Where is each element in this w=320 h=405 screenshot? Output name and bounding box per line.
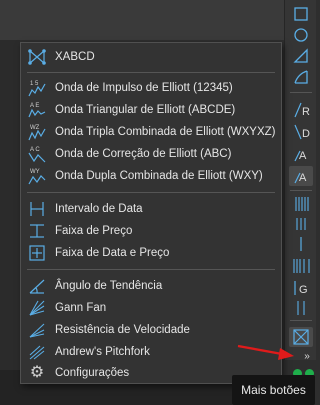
svg-text:WZ: WZ [30,125,40,131]
menu-item-date-price-range[interactable]: Faixa de Data e Preço [21,242,281,264]
cycle-lines-tool-button[interactable] [289,298,313,318]
menu-item-elliott-triple-combo[interactable]: WZ Onda Tripla Combinada de Elliott (WXY… [21,121,281,143]
svg-text:A C: A C [30,147,40,153]
red-arrow-icon [237,344,294,360]
circle-tool-button[interactable] [289,25,313,45]
menu-item-elliott-triangle[interactable]: A E Onda Triangular de Elliott (ABCDE) [21,99,281,121]
menu-item-speed-resistance[interactable]: Resistência de Velocidade [21,319,281,341]
ray-tool-button[interactable]: R [289,100,313,120]
elliott-impulse-wave-icon: 1 5 [28,79,46,97]
menu-item-label: Onda Triangular de Elliott (ABCDE) [55,104,236,116]
arrow-tool-button[interactable]: A [289,144,313,164]
chart-area-top [0,0,284,40]
menu-item-label: Intervalo de Data [55,203,143,215]
menu-item-elliott-double-combo[interactable]: WY Onda Dupla Combinada de Elliott (WXY) [21,165,281,187]
fibonacci-time-tool-button[interactable] [289,256,313,276]
rectangle-tool-button[interactable] [289,4,313,24]
menu-item-label: Gann Fan [55,302,107,314]
tool-letter: A [299,172,307,184]
gann-tool-button[interactable]: G [289,278,313,298]
parallel-lines-tool-button[interactable] [289,194,313,214]
svg-text:1 5: 1 5 [30,81,39,87]
chart-area-left [0,40,20,370]
toolbar-separator [290,320,312,321]
menu-separator [27,72,275,73]
elliott-correction-wave-icon: A C [28,145,46,163]
xabcd-pattern-icon [28,48,46,66]
pitchfork-icon [28,343,46,361]
menu-item-label: Ângulo de Tendência [55,280,163,292]
menu-separator [27,192,275,193]
menu-separator [27,269,275,270]
direction-tool-button[interactable]: D [289,122,313,142]
menu-item-xabcd[interactable]: XABCD [21,46,281,68]
menu-item-label: Onda Tripla Combinada de Elliott (WXYXZ) [55,126,276,138]
arc-tool-button[interactable] [289,67,313,87]
menu-item-gann-fan[interactable]: Gann Fan [21,297,281,319]
menu-item-label: Faixa de Preço [55,225,133,237]
elliott-triangle-wave-icon: A E [28,101,46,119]
menu-item-label: Onda Dupla Combinada de Elliott (WXY) [55,170,263,182]
more-buttons-tooltip: Mais botões [232,375,315,405]
menu-item-label: Onda de Impulso de Elliott (12345) [55,82,233,94]
trend-angle-icon [28,277,46,295]
menu-item-elliott-correction[interactable]: A C Onda de Correção de Elliott (ABC) [21,143,281,165]
tool-letter: D [302,128,310,140]
vertical-line-tool-button[interactable] [289,234,313,254]
elliott-triple-combo-wave-icon: WZ [28,123,46,141]
drawing-toolbar: R D A A G [284,0,316,360]
svg-text:A E: A E [30,103,39,109]
gann-fan-icon [28,299,46,317]
tool-letter: A [299,150,307,162]
drawing-tools-menu: XABCD 1 5 Onda de Impulso de Elliott (12… [20,42,282,384]
toolbar-separator [290,92,312,93]
menu-item-label: Faixa de Data e Preço [55,247,170,259]
triangle-tool-button[interactable] [289,46,313,66]
tool-letter: R [302,106,310,118]
speed-resistance-icon [28,321,46,339]
date-price-range-icon [28,244,46,262]
more-buttons-button[interactable]: » [300,350,314,364]
svg-text:WY: WY [30,169,40,175]
gear-icon: ⚙ [29,364,45,381]
toolbar-separator [290,190,312,191]
menu-item-label: XABCD [55,51,95,63]
date-range-icon [28,200,46,218]
price-range-icon [28,222,46,240]
channel-tool-button[interactable] [289,214,313,234]
tool-letter: G [299,284,308,296]
menu-item-trend-angle[interactable]: Ângulo de Tendência [21,275,281,297]
menu-item-label: Andrew's Pitchfork [55,346,150,358]
menu-item-date-range[interactable]: Intervalo de Data [21,198,281,220]
menu-item-label: Configurações [55,367,130,379]
menu-item-label: Resistência de Velocidade [55,324,190,336]
menu-item-price-range[interactable]: Faixa de Preço [21,220,281,242]
menu-item-label: Onda de Correção de Elliott (ABC) [55,148,232,160]
menu-item-elliott-impulse[interactable]: 1 5 Onda de Impulso de Elliott (12345) [21,77,281,99]
annotation-tool-button[interactable]: A [289,166,313,186]
elliott-double-combo-wave-icon: WY [28,167,46,185]
